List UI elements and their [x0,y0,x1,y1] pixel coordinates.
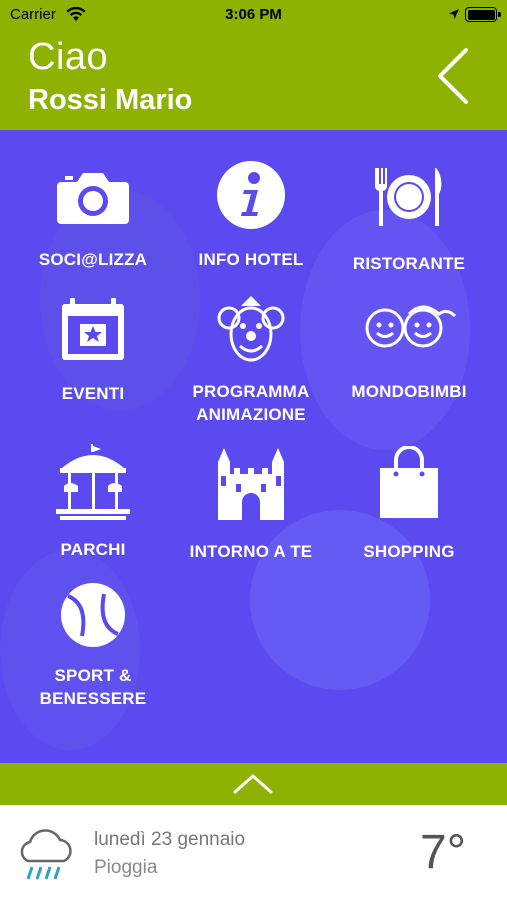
menu-item-intorno-a-te[interactable]: INTORNO A TE [166,446,336,563]
calendar-star-icon [62,298,124,360]
menu-item-label-line: SPORT & [54,666,132,685]
rain-cloud-icon [20,829,72,880]
menu-item-label: SHOPPING [363,542,455,561]
menu-item-label-line: BENESSERE [39,689,147,708]
menu-item-ristorante[interactable]: RISTORANTE [324,166,494,275]
shopping-bag-icon [380,446,438,518]
menu-item-info-hotel[interactable]: INFO HOTEL [166,160,336,271]
tennis-ball-icon [61,583,125,647]
menu-item-label-line: ANIMAZIONE [196,405,306,424]
user-name: Rossi Mario [28,84,193,116]
header: Ciao Rossi Mario [0,30,507,130]
menu-item-label-line: PROGRAMMA [192,382,310,401]
menu-item-label: EVENTI [61,384,125,403]
menu-item-label: PROGRAMMA ANIMAZIONE [166,380,336,426]
castle-icon [218,448,284,520]
greeting-text: Ciao [28,36,109,78]
menu-item-eventi[interactable]: EVENTI [8,296,178,405]
info-icon [217,161,285,229]
weather-widget: lunedì 23 gennaio Pioggia 7° [0,805,507,900]
menu-item-label: SOCI@LIZZA [38,250,148,269]
menu-item-shopping[interactable]: SHOPPING [324,446,494,563]
status-time: 3:06 PM [225,6,282,23]
menu-item-parchi[interactable]: PARCHI [8,444,178,561]
menu-item-label: INFO HOTEL [198,250,304,269]
camera-icon [57,173,129,224]
cutlery-plate-icon [374,168,442,226]
menu-item-mondobimbi[interactable]: MONDOBIMBI [324,300,494,403]
menu-item-label: PARCHI [60,540,126,559]
back-button[interactable] [432,44,476,108]
battery-icon [465,7,501,22]
menu-item-socializza[interactable]: SOCI@LIZZA [8,168,178,271]
main-menu: SOCI@LIZZA INFO HOTEL RISTORANTE EVENTI … [0,130,507,763]
location-arrow-icon [449,9,459,19]
weather-condition: Pioggia [94,857,158,878]
menu-item-label: RISTORANTE [352,254,466,273]
weather-temperature: 7° [420,826,466,879]
chevron-up-icon[interactable] [232,773,274,795]
menu-item-label: INTORNO A TE [189,542,313,561]
menu-item-programma-animazione[interactable]: PROGRAMMA ANIMAZIONE [166,296,336,426]
drawer-toggle-bar[interactable] [0,763,507,805]
kids-faces-icon [365,305,457,348]
weather-date: lunedì 23 gennaio [94,829,246,850]
menu-item-label: SPORT & BENESSERE [8,664,178,710]
menu-item-sport-benessere[interactable]: SPORT & BENESSERE [8,582,178,710]
status-bar: Carrier 3:06 PM [0,0,507,30]
carousel-icon [56,444,130,520]
menu-item-label: MONDOBIMBI [351,382,467,401]
clown-icon [217,296,285,362]
